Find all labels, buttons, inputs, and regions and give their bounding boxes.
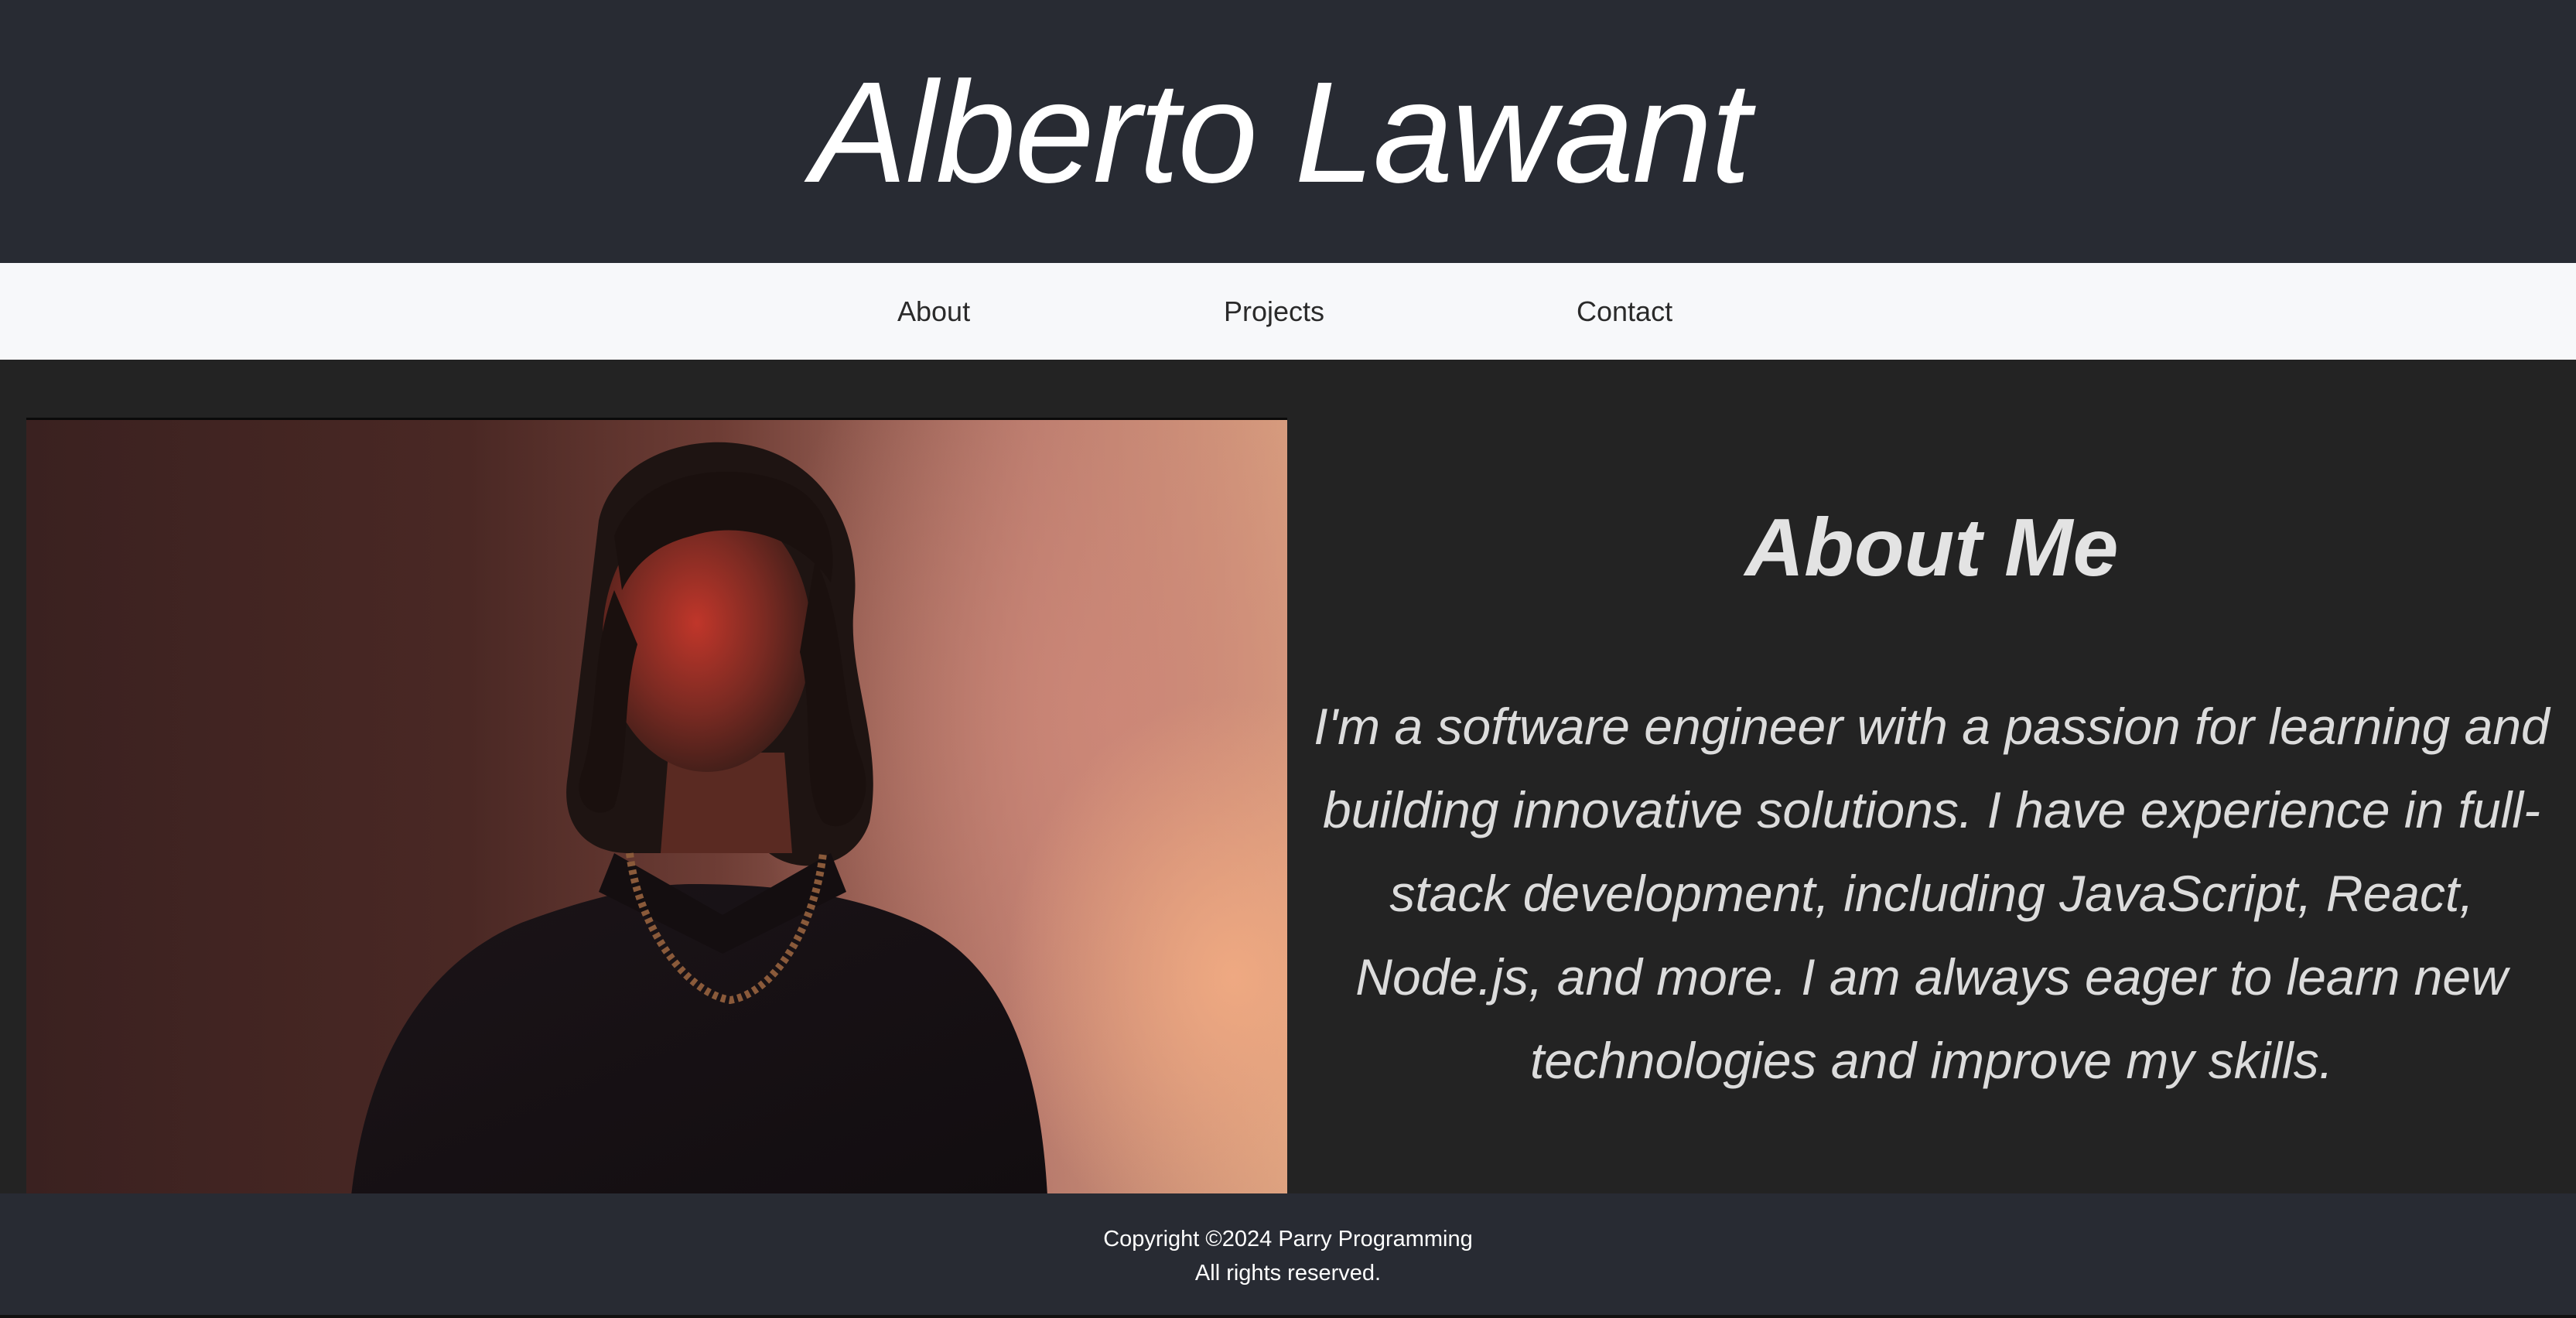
main-nav: About Projects Contact xyxy=(0,263,2576,360)
site-footer: Copyright ©2024 Parry Programming All ri… xyxy=(0,1193,2576,1318)
nav-link-contact[interactable]: Contact xyxy=(1577,263,1672,360)
about-body: I'm a software engineer with a passion f… xyxy=(1314,698,2550,1089)
about-section: About Me I'm a software engineer with a … xyxy=(1287,360,2576,1193)
footer-copyright: Copyright ©2024 Parry Programming xyxy=(1103,1227,1473,1251)
portrait-illustration xyxy=(351,442,1047,1193)
about-heading: About Me xyxy=(1744,502,2119,593)
main-content: About Me I'm a software engineer with a … xyxy=(0,360,2576,1193)
profile-photo xyxy=(26,418,1287,1193)
site-header: Alberto Lawant xyxy=(0,0,2576,263)
nav-link-about[interactable]: About xyxy=(897,263,970,360)
site-title: Alberto Lawant xyxy=(811,53,1751,213)
footer-rights: All rights reserved. xyxy=(1194,1261,1382,1286)
nav-link-projects[interactable]: Projects xyxy=(1224,263,1324,360)
page: Alberto Lawant About Projects Contact Ab… xyxy=(0,0,2576,1318)
